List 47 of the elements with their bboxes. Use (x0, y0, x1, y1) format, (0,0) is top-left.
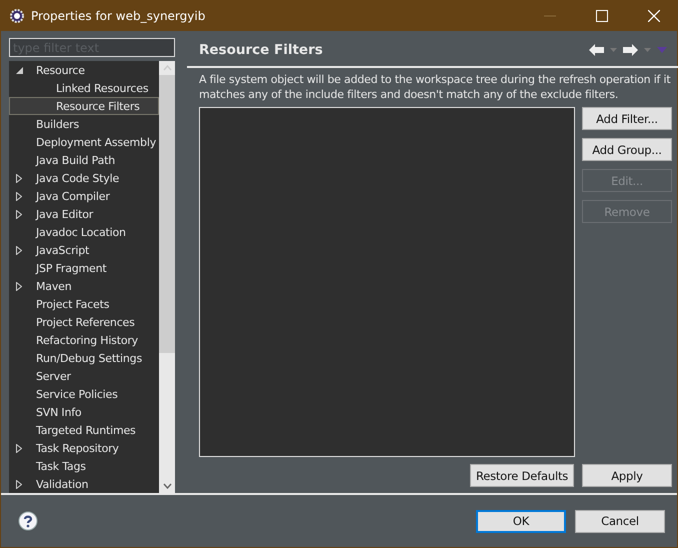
tree-item[interactable]: SVN Info (9, 403, 159, 421)
collapsed-icon[interactable] (16, 444, 22, 452)
description-text: A file system object will be added to the workspace tree during the refresh operation if it matches any of the include filters and doesn't match any of the exclude filters. (199, 72, 672, 102)
page-title: Resource Filters (199, 42, 323, 58)
collapsed-icon[interactable] (16, 282, 22, 290)
tree-item[interactable]: Task Repository (9, 439, 159, 457)
tree-item[interactable]: Resource (9, 61, 159, 79)
tree-item[interactable]: Java Editor (9, 205, 159, 223)
tree-item[interactable]: Javadoc Location (9, 223, 159, 241)
tree-item[interactable]: Maven (9, 277, 159, 295)
tree-item[interactable]: Service Policies (9, 385, 159, 403)
tree-item[interactable]: Task Tags (9, 457, 159, 475)
tree-item[interactable]: Linked Resources (9, 79, 159, 97)
tree-item[interactable]: Run/Debug Settings (9, 349, 159, 367)
tree-item[interactable]: JavaScript (9, 241, 159, 259)
tree-item[interactable]: Targeted Runtimes (9, 421, 159, 439)
tree-item[interactable]: Validation (9, 475, 159, 493)
tree-item[interactable]: Builders (9, 115, 159, 133)
footer-button[interactable]: Apply (582, 464, 672, 487)
tree-item[interactable]: JSP Fragment (9, 259, 159, 277)
tree-item[interactable]: Project References (9, 313, 159, 331)
footer-button[interactable]: Restore Defaults (470, 464, 574, 487)
window-title: Properties for web_synergyib (31, 8, 206, 22)
expanded-icon[interactable] (16, 66, 23, 74)
help-icon[interactable] (18, 511, 38, 531)
action-button[interactable]: Add Filter... (582, 107, 672, 130)
maximize-icon[interactable] (596, 10, 608, 22)
tree-item[interactable]: Server (9, 367, 159, 385)
scroll-down-icon[interactable] (162, 483, 172, 489)
tree-item[interactable]: Project Facets (9, 295, 159, 313)
back-arrow-icon[interactable] (589, 44, 604, 56)
forward-arrow-icon[interactable] (623, 44, 638, 56)
close-icon[interactable] (648, 10, 660, 22)
dialog-button[interactable]: Cancel (575, 510, 665, 532)
tree-item[interactable]: Java Compiler (9, 187, 159, 205)
scroll-thumb[interactable] (159, 75, 175, 353)
action-button[interactable]: Add Group... (582, 138, 672, 161)
tree-item[interactable]: Java Build Path (9, 151, 159, 169)
tree-item[interactable]: Deployment Assembly (9, 133, 159, 151)
tree-item[interactable]: Java Code Style (9, 169, 159, 187)
tree-item[interactable]: Resource Filters (9, 97, 159, 115)
collapsed-icon[interactable] (16, 246, 22, 254)
scrollbar[interactable] (159, 61, 175, 493)
gear-icon (9, 8, 25, 24)
dialog-button[interactable]: OK (476, 510, 566, 532)
tree-item[interactable]: Refactoring History (9, 331, 159, 349)
collapsed-icon[interactable] (16, 480, 22, 488)
